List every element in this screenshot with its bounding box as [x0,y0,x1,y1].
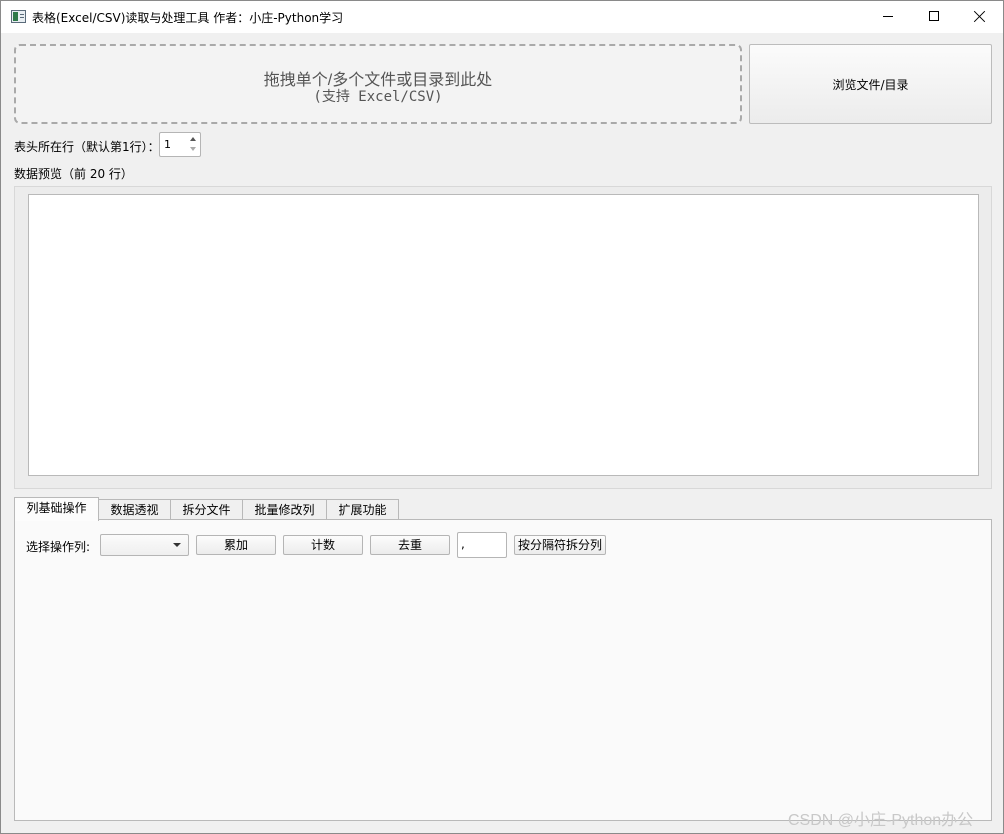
header-row-label: 表头所在行（默认第1行）： [14,140,160,154]
split-by-separator-button[interactable]: 按分隔符拆分列 [514,535,606,555]
tab-panel-column-basic-ops [14,519,992,821]
count-button[interactable]: 计数 [283,535,363,555]
tab-column-basic-ops[interactable]: 列基础操作 [14,497,99,521]
app-window: 表格(Excel/CSV)读取与处理工具 作者：小庄-Python学习 拖拽单个… [0,0,1004,834]
select-column-label: 选择操作列: [26,540,91,554]
close-icon [974,10,986,22]
spin-up-icon[interactable] [187,134,200,145]
preview-label: 数据预览（前 20 行） [14,167,133,181]
close-button[interactable] [957,1,1003,33]
tab-split-file[interactable]: 拆分文件 [170,499,243,520]
maximize-icon [929,11,939,21]
header-row-spinbox[interactable]: 1 [159,132,201,157]
header-row-value: 1 [164,138,171,151]
separator-input[interactable]: , [457,532,507,558]
drop-zone-formats: (支持 Excel/CSV) [313,89,443,105]
maximize-button[interactable] [911,1,957,33]
window-title: 表格(Excel/CSV)读取与处理工具 作者：小庄-Python学习 [32,11,344,25]
tab-pivot[interactable]: 数据透视 [98,499,171,520]
title-bar: 表格(Excel/CSV)读取与处理工具 作者：小庄-Python学习 [1,1,1003,33]
tab-extensions[interactable]: 扩展功能 [326,499,399,520]
browse-files-button[interactable]: 浏览文件/目录 [749,44,992,124]
dedupe-button[interactable]: 去重 [370,535,450,555]
preview-frame [14,186,992,489]
spreadsheet-app-icon [11,10,26,23]
tab-batch-modify-columns[interactable]: 批量修改列 [242,499,327,520]
column-select[interactable] [100,534,189,556]
file-drop-zone[interactable]: 拖拽单个/多个文件或目录到此处 (支持 Excel/CSV) [14,44,742,124]
spin-down-icon[interactable] [187,145,200,156]
accumulate-button[interactable]: 累加 [196,535,276,555]
watermark: CSDN @小庄-Python办公 [788,812,974,829]
chevron-down-icon [173,543,181,547]
minimize-button[interactable] [865,1,911,33]
data-preview-table[interactable] [28,194,979,476]
minimize-icon [883,16,893,17]
